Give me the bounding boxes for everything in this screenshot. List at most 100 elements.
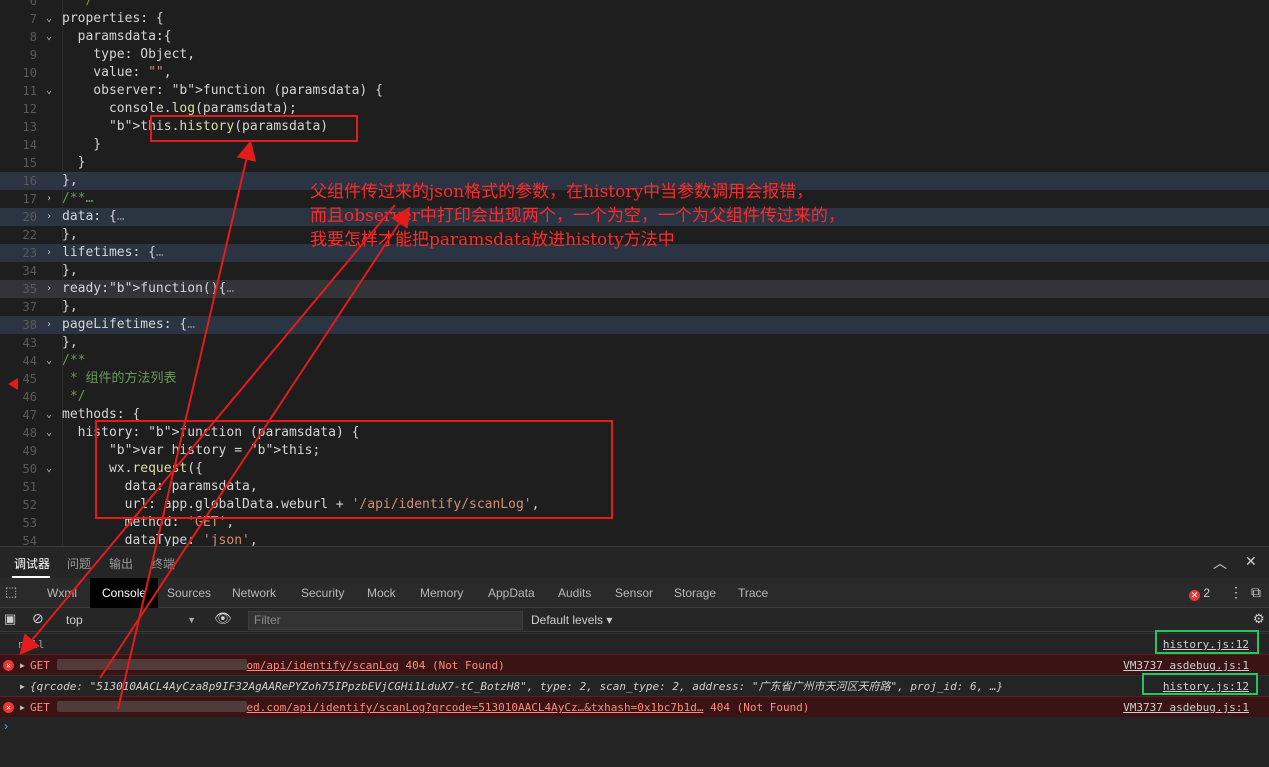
line-number: 14	[22, 138, 37, 152]
dock-icon[interactable]: ⧉	[1251, 584, 1261, 601]
console-prompt[interactable]: ›	[4, 719, 8, 733]
tab-wxml[interactable]: Wxml	[47, 578, 77, 608]
code-line[interactable]: 15 }	[0, 154, 1269, 172]
context-selector[interactable]: top ▼	[60, 611, 200, 629]
fold-closed-icon[interactable]: ›	[42, 190, 56, 208]
line-number: 20	[22, 210, 37, 224]
clear-console-icon[interactable]: ⊘	[32, 610, 44, 627]
line-number: 51	[22, 480, 37, 494]
code-text: },	[62, 299, 78, 314]
code-text: }	[62, 137, 102, 152]
code-line[interactable]: 54 dataType: 'json',	[0, 532, 1269, 546]
tab-trace[interactable]: Trace	[738, 578, 768, 608]
close-panel-icon[interactable]: ✕	[1245, 553, 1257, 570]
tab-problems[interactable]: 问题	[67, 555, 91, 572]
tab-memory[interactable]: Memory	[420, 578, 463, 608]
error-message[interactable]: GET ed.com/api/identify/scanLog?qrcode=5…	[30, 697, 809, 717]
code-text: ready:"b">function(){…	[62, 281, 235, 296]
code-line[interactable]: 43},	[0, 334, 1269, 352]
error-icon: ✕	[1189, 590, 1200, 601]
tab-security[interactable]: Security	[301, 578, 344, 608]
code-text: */	[62, 389, 86, 404]
fold-open-icon[interactable]: ⌄	[42, 10, 56, 28]
expand-triangle-icon[interactable]: ▶	[20, 655, 25, 675]
console-row-error: ✕ ▶ GET ed.com/api/identify/scanLog?qrco…	[0, 696, 1269, 717]
breakpoint-arrow-icon	[8, 378, 18, 390]
console-toolbar: ▣ ⊘ top ▼ 👁 Filter Default levels ▾ ⚙	[0, 608, 1269, 632]
line-number: 15	[22, 156, 37, 170]
maximize-panel-icon[interactable]: ︿	[1213, 553, 1227, 573]
code-line[interactable]: 38 › pageLifetimes: {…	[0, 316, 1269, 334]
source-link[interactable]: VM3737 asdebug.js:1	[1123, 655, 1249, 675]
error-message[interactable]: GET om/api/identify/scanLog 404 (Not Fou…	[30, 655, 505, 675]
code-line[interactable]: 11 ⌄ observer: "b">function (paramsdata) …	[0, 82, 1269, 100]
code-line[interactable]: 8 ⌄ paramsdata:{	[0, 28, 1269, 46]
request-url[interactable]: ed.com/api/identify/scanLog?qrcode=51301…	[247, 701, 704, 714]
tab-sensor[interactable]: Sensor	[615, 578, 653, 608]
fold-open-icon[interactable]: ⌄	[42, 82, 56, 100]
expand-triangle-icon[interactable]: ▶	[20, 697, 25, 717]
tab-audits[interactable]: Audits	[558, 578, 591, 608]
tab-mock[interactable]: Mock	[367, 578, 396, 608]
tab-sources[interactable]: Sources	[167, 578, 211, 608]
error-icon: ✕	[3, 660, 14, 671]
error-count-badge[interactable]: ✕ 2	[1189, 586, 1210, 601]
code-text: observer: "b">function (paramsdata) {	[62, 83, 383, 98]
line-number: 38	[22, 318, 37, 332]
chevron-down-icon: ▼	[187, 615, 196, 625]
fold-open-icon[interactable]: ⌄	[42, 460, 56, 478]
fold-closed-icon[interactable]: ›	[42, 316, 56, 334]
code-line[interactable]: 45 * 组件的方法列表	[0, 370, 1269, 388]
log-levels-dropdown[interactable]: Default levels ▾	[531, 613, 612, 627]
expand-triangle-icon[interactable]: ▶	[20, 676, 25, 696]
line-number: 11	[22, 84, 37, 98]
fold-open-icon[interactable]: ⌄	[42, 28, 56, 46]
tab-terminal[interactable]: 终端	[151, 555, 175, 572]
tab-network[interactable]: Network	[232, 578, 276, 608]
sidebar-toggle-icon[interactable]: ▣	[4, 611, 16, 627]
code-text: dataType: 'json',	[62, 533, 258, 546]
line-number: 45	[22, 372, 37, 386]
fold-closed-icon[interactable]: ›	[42, 244, 56, 262]
object-preview[interactable]: {qrcode: "513010AACL4AyCza8p9IF32AgAAReP…	[30, 676, 1003, 696]
highlight-box-history-method	[95, 420, 613, 519]
fold-closed-icon[interactable]: ›	[42, 208, 56, 226]
request-url[interactable]: om/api/identify/scanLog	[247, 659, 399, 672]
more-options-icon[interactable]: ⋮	[1229, 584, 1243, 601]
code-line[interactable]: 7 ⌄ properties: {	[0, 10, 1269, 28]
code-line[interactable]: 35 › ready:"b">function(){…	[0, 280, 1269, 298]
line-number: 37	[22, 300, 37, 314]
source-link[interactable]: VM3737 asdebug.js:1	[1123, 697, 1249, 717]
code-line[interactable]: 44 ⌄ /**	[0, 352, 1269, 370]
fold-open-icon[interactable]: ⌄	[42, 424, 56, 442]
context-value: top	[66, 613, 83, 627]
inspect-element-icon[interactable]: ⬚	[5, 584, 17, 600]
code-line[interactable]: 37},	[0, 298, 1269, 316]
fold-open-icon[interactable]: ⌄	[42, 406, 56, 424]
line-number: 6	[29, 0, 37, 8]
tab-debugger[interactable]: 调试器	[14, 555, 50, 572]
tab-appdata[interactable]: AppData	[488, 578, 535, 608]
code-line[interactable]: 9 type: Object,	[0, 46, 1269, 64]
fold-closed-icon[interactable]: ›	[42, 280, 56, 298]
filter-input[interactable]: Filter	[248, 611, 523, 630]
line-number: 17	[22, 192, 37, 206]
code-line[interactable]: 10 value: "",	[0, 64, 1269, 82]
gear-icon[interactable]: ⚙	[1253, 611, 1265, 627]
highlight-box-source-1	[1155, 630, 1259, 654]
code-editor[interactable]: 6 */ 7 ⌄ properties: {8 ⌄ paramsdata:{9 type…	[0, 0, 1269, 546]
tab-output[interactable]: 输出	[109, 555, 133, 572]
line-number: 35	[22, 282, 37, 296]
code-line[interactable]: 6 */	[0, 0, 1269, 10]
fold-open-icon[interactable]: ⌄	[42, 352, 56, 370]
line-number: 47	[22, 408, 37, 422]
code-line[interactable]: 34},	[0, 262, 1269, 280]
tab-console[interactable]: Console	[90, 578, 159, 608]
console-row-object: ▶ {qrcode: "513010AACL4AyCza8p9IF32AgAAR…	[0, 675, 1269, 696]
tab-storage[interactable]: Storage	[674, 578, 716, 608]
line-number: 44	[22, 354, 37, 368]
eye-icon[interactable]: 👁	[214, 610, 232, 627]
code-text: paramsdata:{	[62, 29, 172, 44]
code-line[interactable]: 46 */	[0, 388, 1269, 406]
status-text: 404 (Not Found)	[710, 701, 810, 714]
